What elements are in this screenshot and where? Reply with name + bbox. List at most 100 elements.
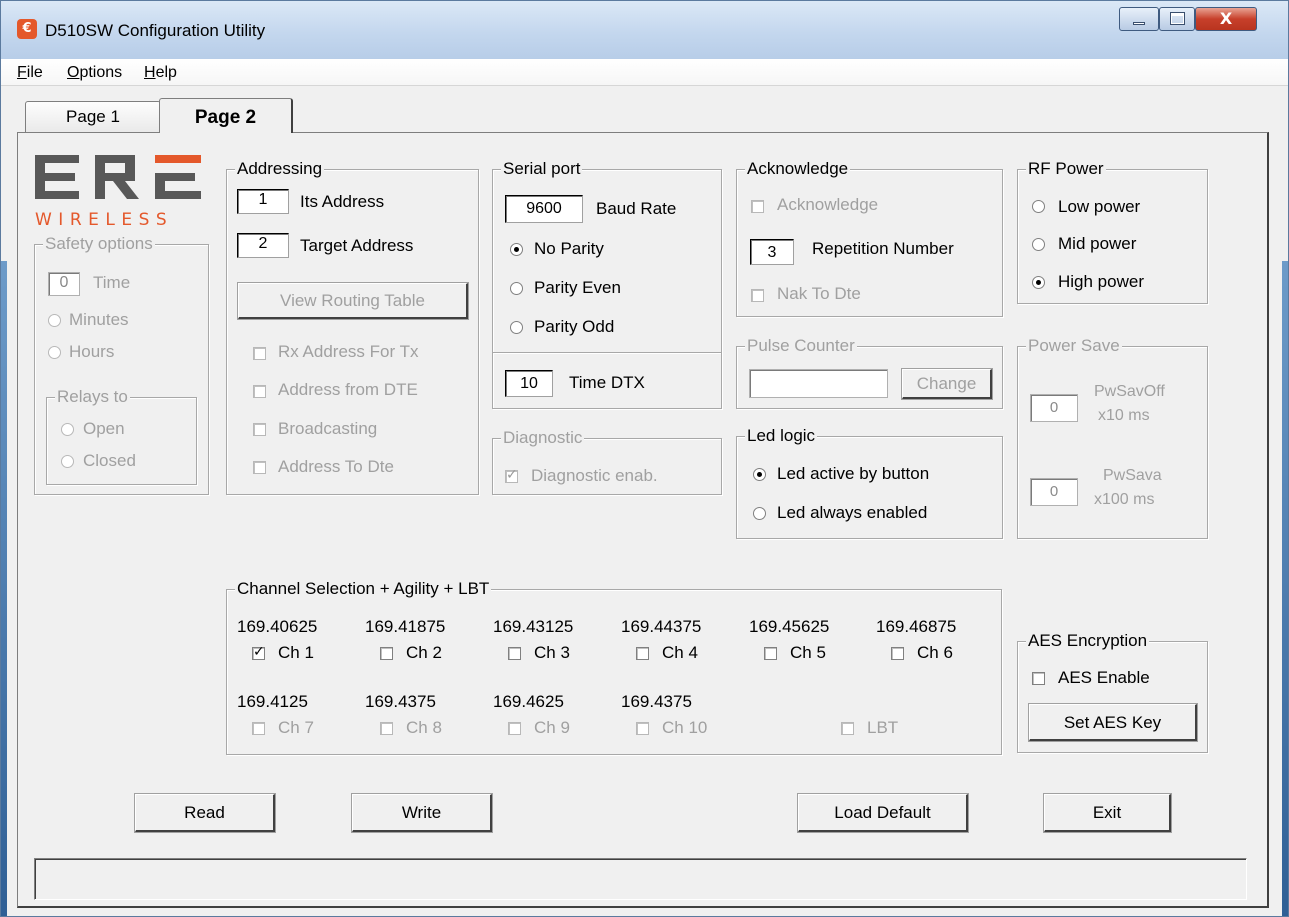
low-power-radio[interactable] <box>1032 200 1045 213</box>
led-by-button-radio[interactable] <box>753 468 766 481</box>
ch9-checkbox[interactable] <box>508 722 521 735</box>
minutes-radio[interactable] <box>48 314 61 327</box>
pulse-change-button[interactable]: Change <box>901 368 993 400</box>
pwsavoff-unit: x10 ms <box>1098 407 1150 424</box>
its-address-label: Its Address <box>300 192 385 211</box>
power-save-title: Power Save <box>1026 336 1122 356</box>
ch4-checkbox[interactable] <box>636 647 649 660</box>
ch3-checkbox[interactable] <box>508 647 521 660</box>
parity-odd-radio[interactable] <box>510 321 523 334</box>
relay-closed-label: Closed <box>83 451 136 470</box>
ch2-frequency: 169.41875 <box>365 617 446 636</box>
diagnostic-enab-checkbox[interactable]: ✓ <box>505 467 518 483</box>
ch1-label: Ch 1 <box>278 643 314 662</box>
logo-wireless-text: WIRELESS <box>35 210 173 230</box>
parity-even-radio[interactable] <box>510 282 523 295</box>
ch10-frequency: 169.4375 <box>621 692 692 711</box>
ch7-frequency: 169.4125 <box>237 692 308 711</box>
broadcasting-checkbox[interactable] <box>253 423 266 436</box>
nak-to-dte-label: Nak To Dte <box>777 284 861 303</box>
led-logic-title: Led logic <box>745 426 818 446</box>
status-bar <box>34 858 1247 900</box>
ch2-checkbox[interactable] <box>380 647 393 660</box>
nak-to-dte-checkbox[interactable] <box>751 289 764 302</box>
hours-radio[interactable] <box>48 346 61 359</box>
led-always-radio[interactable] <box>753 507 766 520</box>
pwsavoff-label: PwSavOff <box>1094 383 1165 400</box>
lbt-label: LBT <box>867 718 899 737</box>
acknowledge-title: Acknowledge <box>745 159 851 179</box>
set-aes-key-button[interactable]: Set AES Key <box>1028 703 1198 742</box>
app-icon: € <box>17 19 37 39</box>
ch4-label: Ch 4 <box>662 643 698 662</box>
address-to-dte-checkbox[interactable] <box>253 461 266 474</box>
safety-options-title: Safety options <box>43 234 155 254</box>
menu-options[interactable]: Options <box>67 64 122 82</box>
pwsava-label: PwSava <box>1103 467 1162 484</box>
pwsava-unit: x100 ms <box>1094 491 1155 508</box>
relay-closed-radio[interactable] <box>61 455 74 468</box>
power-save-group: Power Save <box>1017 336 1208 539</box>
its-address-field[interactable]: 1 <box>237 189 289 214</box>
read-button[interactable]: Read <box>134 793 276 833</box>
view-routing-table-button[interactable]: View Routing Table <box>237 282 469 320</box>
ch8-frequency: 169.4375 <box>365 692 436 711</box>
pulse-counter-field[interactable] <box>749 369 888 398</box>
target-address-field[interactable]: 2 <box>237 233 289 258</box>
tab-page-1[interactable]: Page 1 <box>25 101 161 133</box>
ch3-frequency: 169.43125 <box>493 617 574 636</box>
ch5-checkbox[interactable] <box>764 647 777 660</box>
serial-port-title: Serial port <box>501 159 583 179</box>
ch10-checkbox[interactable] <box>636 722 649 735</box>
ch9-label: Ch 9 <box>534 718 570 737</box>
ch1-checkbox[interactable]: ✓ <box>252 644 265 660</box>
rx-address-checkbox[interactable] <box>253 347 266 360</box>
pwsavoff-field[interactable]: 0 <box>1030 394 1078 422</box>
high-power-radio[interactable] <box>1032 276 1045 289</box>
ch6-checkbox[interactable] <box>891 647 904 660</box>
rf-power-title: RF Power <box>1026 159 1106 179</box>
write-button[interactable]: Write <box>351 793 493 833</box>
title-bar[interactable]: € D510SW Configuration Utility X <box>1 1 1288 59</box>
addressing-title: Addressing <box>235 159 325 179</box>
ch7-checkbox[interactable] <box>252 722 265 735</box>
maximize-icon <box>1170 12 1185 25</box>
address-from-dte-checkbox[interactable] <box>253 385 266 398</box>
close-button[interactable]: X <box>1195 7 1257 31</box>
led-logic-group: Led logic <box>736 426 1003 539</box>
maximize-button[interactable] <box>1159 7 1195 31</box>
safety-time-field[interactable]: 0 <box>48 272 80 296</box>
ch8-checkbox[interactable] <box>380 722 393 735</box>
diagnostic-enab-label: Diagnostic enab. <box>531 466 658 485</box>
diagnostic-title: Diagnostic <box>501 428 585 448</box>
time-dtx-field[interactable]: 10 <box>505 370 553 397</box>
load-default-button[interactable]: Load Default <box>797 793 969 833</box>
lbt-checkbox[interactable] <box>841 722 854 735</box>
ch6-label: Ch 6 <box>917 643 953 662</box>
baud-rate-field[interactable]: 9600 <box>505 195 583 223</box>
broadcasting-label: Broadcasting <box>278 419 378 438</box>
rx-address-label: Rx Address For Tx <box>278 342 419 361</box>
ch5-label: Ch 5 <box>790 643 826 662</box>
repetition-number-field[interactable]: 3 <box>750 239 794 265</box>
time-dtx-label: Time DTX <box>569 373 645 392</box>
minimize-button[interactable] <box>1119 7 1159 31</box>
ch9-frequency: 169.4625 <box>493 692 564 711</box>
relay-open-radio[interactable] <box>61 423 74 436</box>
tab-page-2[interactable]: Page 2 <box>159 98 293 133</box>
address-from-dte-label: Address from DTE <box>278 380 418 399</box>
menu-help[interactable]: Help <box>144 64 177 82</box>
parity-even-label: Parity Even <box>534 278 621 297</box>
baud-rate-label: Baud Rate <box>596 199 677 218</box>
menu-bar: File Options Help <box>1 59 1288 86</box>
no-parity-radio[interactable] <box>510 243 523 256</box>
acknowledge-checkbox[interactable] <box>751 200 764 213</box>
mid-power-radio[interactable] <box>1032 238 1045 251</box>
safety-time-label: Time <box>93 273 131 292</box>
repetition-number-label: Repetition Number <box>812 239 954 258</box>
menu-file[interactable]: File <box>17 64 43 82</box>
aes-enable-checkbox[interactable] <box>1032 672 1045 685</box>
pwsava-field[interactable]: 0 <box>1030 478 1078 506</box>
ch10-label: Ch 10 <box>662 718 708 737</box>
exit-button[interactable]: Exit <box>1043 793 1172 833</box>
